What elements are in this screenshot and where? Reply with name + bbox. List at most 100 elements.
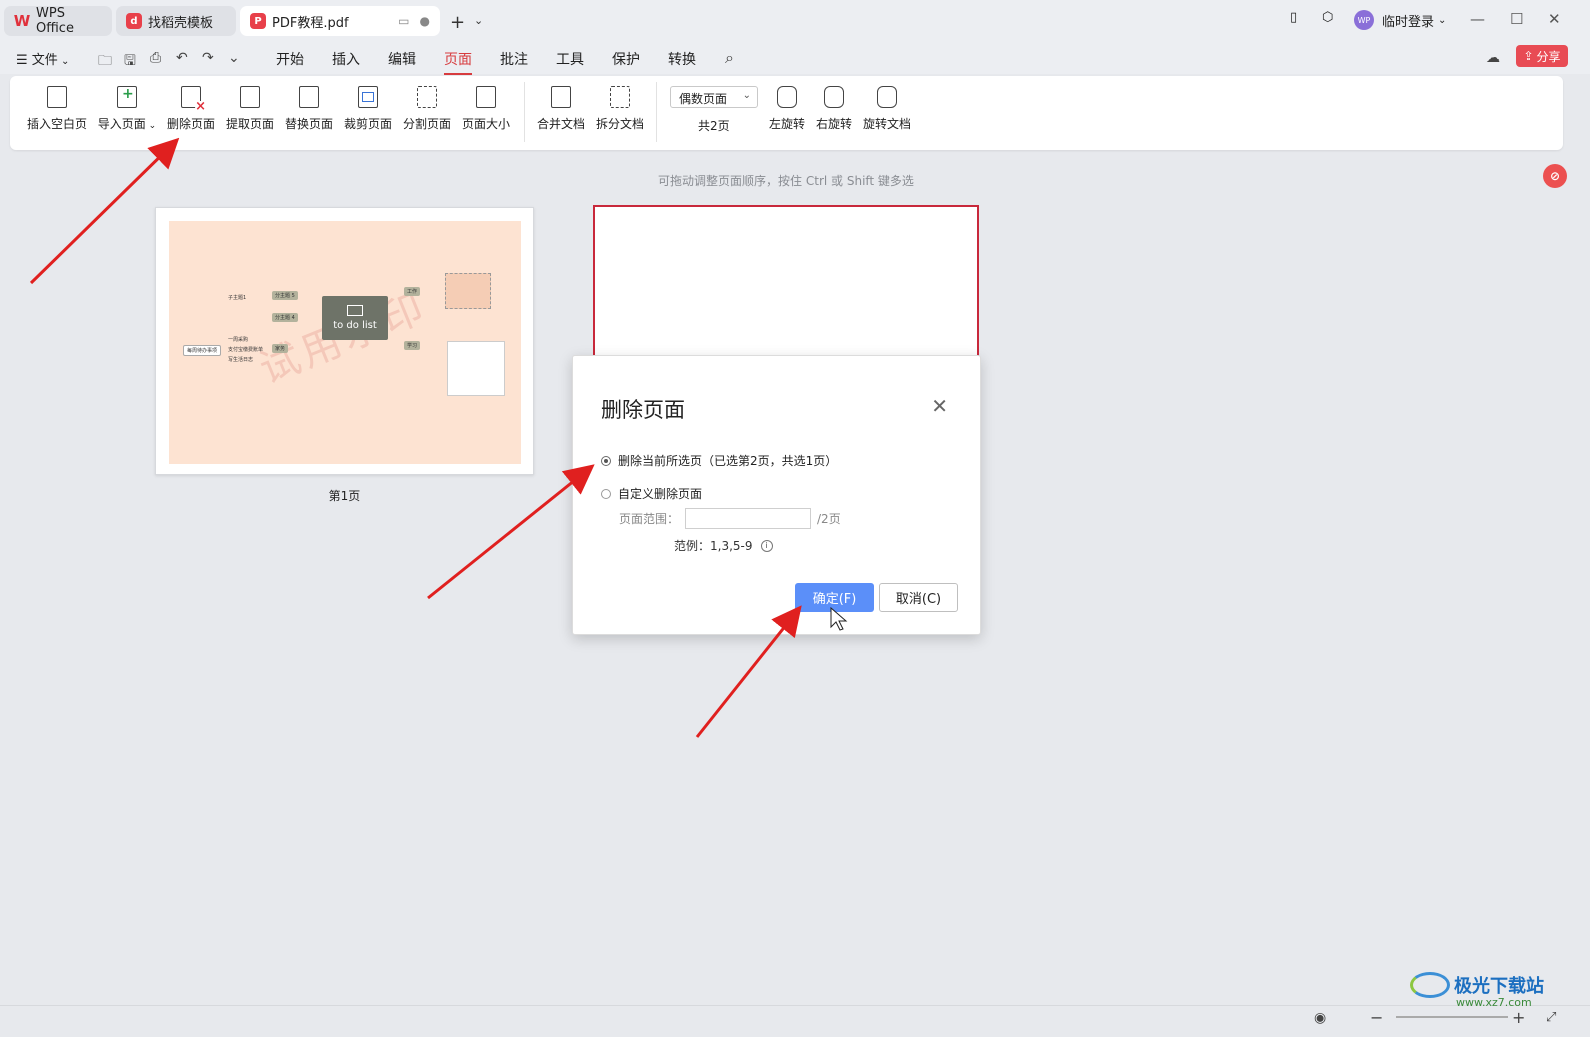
import-page-icon xyxy=(117,86,137,108)
button-label: 分割页面 xyxy=(402,117,451,131)
button-label: 拆分文档 xyxy=(595,117,644,131)
mindmap-center-text: to do list xyxy=(333,320,377,331)
user-login[interactable]: WP 临时登录 ⌄ xyxy=(1354,10,1446,30)
button-label: 旋转文档 xyxy=(862,117,911,131)
cloud-icon[interactable]: ☁ xyxy=(1486,50,1500,66)
delete-page-icon xyxy=(181,86,206,112)
split-page-button[interactable]: 分割页面 xyxy=(394,84,460,132)
undo-icon[interactable]: ↶ xyxy=(176,50,188,66)
share-button[interactable]: ⇪ 分享 xyxy=(1516,45,1568,67)
merge-docs-button[interactable]: 合并文档 xyxy=(528,84,594,132)
fullscreen-icon[interactable]: ⤢ xyxy=(1546,1010,1556,1025)
split-docs-button[interactable]: 拆分文档 xyxy=(587,84,653,132)
file-label: 文件 xyxy=(31,53,58,68)
redo-icon[interactable]: ↷ xyxy=(202,50,214,66)
menu-page[interactable]: 页面 xyxy=(444,49,472,75)
button-label: 页面大小 xyxy=(461,117,510,131)
cube-icon[interactable]: ⬡ xyxy=(1322,10,1333,25)
tab-label: PDF教程.pdf xyxy=(272,15,349,31)
range-label: 页面范围： xyxy=(619,512,680,526)
chevron-down-icon[interactable]: ⌄ xyxy=(228,50,240,66)
rotate-document-button[interactable]: 旋转文档 xyxy=(854,84,920,132)
tab-pdf-document[interactable]: P PDF教程.pdf ▭ ● xyxy=(240,6,440,36)
close-icon[interactable]: ✕ xyxy=(931,394,948,418)
file-menu[interactable]: ☰ 文件 ⌄ xyxy=(16,49,69,68)
tab-docer-templates[interactable]: d 找稻壳模板 xyxy=(116,6,236,36)
title-bar: W WPS Office d 找稻壳模板 P PDF教程.pdf ▭ ● + ⌄… xyxy=(0,0,1590,42)
delete-selected-option[interactable]: 删除当前所选页（已选第2页，共选1页） xyxy=(601,452,837,469)
menu-protect[interactable]: 保护 xyxy=(612,49,640,69)
rotate-left-icon xyxy=(777,86,797,108)
search-icon[interactable]: ⌕ xyxy=(725,48,734,68)
page-filter-select[interactable]: 偶数页面 ⌄ xyxy=(670,86,758,108)
button-label: 导入页面 xyxy=(97,117,146,131)
zoom-slider[interactable] xyxy=(1396,1016,1508,1018)
crop-page-button[interactable]: 裁剪页面 xyxy=(335,84,401,132)
import-page-button[interactable]: 导入页面 ⌄ xyxy=(94,84,160,132)
menu-convert[interactable]: 转换 xyxy=(668,49,696,69)
side-tool-icon[interactable]: ⊘ xyxy=(1543,164,1567,188)
minimize-icon[interactable]: — xyxy=(1470,10,1485,28)
mindmap-node: 一周采购 xyxy=(228,337,249,343)
close-window-icon[interactable]: ✕ xyxy=(1548,10,1561,28)
share-icon: ⇪ xyxy=(1523,49,1534,63)
tab-wps-office[interactable]: W WPS Office xyxy=(4,6,112,36)
menu-tools[interactable]: 工具 xyxy=(556,49,584,69)
save-icon[interactable]: 🖫 xyxy=(124,50,136,74)
share-label: 分享 xyxy=(1536,49,1561,64)
menu-insert[interactable]: 插入 xyxy=(332,49,360,69)
range-example: 范例：1,3,5-9 i xyxy=(674,537,773,554)
screen-icon[interactable]: ▭ xyxy=(398,14,409,28)
page-range-input[interactable] xyxy=(685,508,812,529)
button-label: 插入空白页 xyxy=(26,117,87,131)
chevron-down-icon[interactable]: ⌄ xyxy=(474,14,483,27)
page-range-row: 页面范围： /2页 xyxy=(619,508,841,529)
replace-page-icon xyxy=(299,86,319,108)
pdf-icon: P xyxy=(250,13,266,29)
ribbon-divider xyxy=(524,82,525,142)
open-folder-icon[interactable]: 🗀 xyxy=(98,50,112,74)
cancel-button[interactable]: 取消(C) xyxy=(879,583,958,612)
zoom-in-icon[interactable]: + xyxy=(1512,1008,1525,1027)
annotation-arrow xyxy=(29,137,180,285)
tab-label: WPS Office xyxy=(36,6,74,36)
menu-edit[interactable]: 编辑 xyxy=(388,49,416,69)
mindmap-node: 支付宝缴费账单 xyxy=(228,347,264,353)
radio-button[interactable] xyxy=(601,488,611,499)
page-size-button[interactable]: 页面大小 xyxy=(453,84,519,132)
menu-start[interactable]: 开始 xyxy=(276,49,304,69)
print-icon[interactable]: ⎙ xyxy=(150,50,161,66)
maximize-icon[interactable]: ☐ xyxy=(1510,10,1523,28)
insert-blank-page-button[interactable]: 插入空白页 xyxy=(24,84,90,132)
split-docs-icon xyxy=(610,86,630,108)
avatar: WP xyxy=(1354,10,1374,30)
mindmap-preview: 试用水印 to do list 子主题1 分主题 5 分主题 4 工作 学习 家… xyxy=(169,221,521,464)
option-label: 删除当前所选页（已选第2页，共选1页） xyxy=(618,454,838,468)
unsaved-dot-icon[interactable]: ● xyxy=(420,14,430,28)
page-thumbnail-2[interactable] xyxy=(593,205,979,375)
new-tab-icon[interactable]: + xyxy=(450,12,465,33)
mindmap-node: 工作 xyxy=(404,287,421,296)
delete-page-dialog: 删除页面 ✕ 删除当前所选页（已选第2页，共选1页） 自定义删除页面 页面范围：… xyxy=(572,355,981,635)
mindmap-node: 写生活日志 xyxy=(228,357,254,363)
dialog-title: 删除页面 xyxy=(601,398,685,422)
custom-delete-option[interactable]: 自定义删除页面 xyxy=(601,485,702,502)
button-label: 右旋转 xyxy=(815,117,852,131)
mindmap-node: 家务 xyxy=(272,344,289,353)
blank-page-icon xyxy=(47,86,67,108)
page-1-label: 第1页 xyxy=(328,489,361,503)
eye-icon[interactable]: ◉ xyxy=(1314,1010,1326,1026)
page-size-icon xyxy=(476,86,496,108)
zoom-out-icon[interactable]: − xyxy=(1370,1008,1383,1027)
extract-page-button[interactable]: 提取页面 xyxy=(217,84,283,132)
confirm-button[interactable]: 确定(F) xyxy=(795,583,874,612)
page-thumbnail-1[interactable]: 试用水印 to do list 子主题1 分主题 5 分主题 4 工作 学习 家… xyxy=(155,207,534,475)
info-icon[interactable]: i xyxy=(760,539,773,552)
delete-page-button[interactable]: 删除页面 xyxy=(158,84,224,132)
layout-icon[interactable]: ▯ xyxy=(1290,10,1297,25)
menu-annotate[interactable]: 批注 xyxy=(500,49,528,69)
status-bar: ◉ − + ⤢ xyxy=(0,1005,1590,1037)
replace-page-button[interactable]: 替换页面 xyxy=(276,84,342,132)
extract-page-icon xyxy=(240,86,260,108)
radio-button-checked[interactable] xyxy=(601,455,611,466)
